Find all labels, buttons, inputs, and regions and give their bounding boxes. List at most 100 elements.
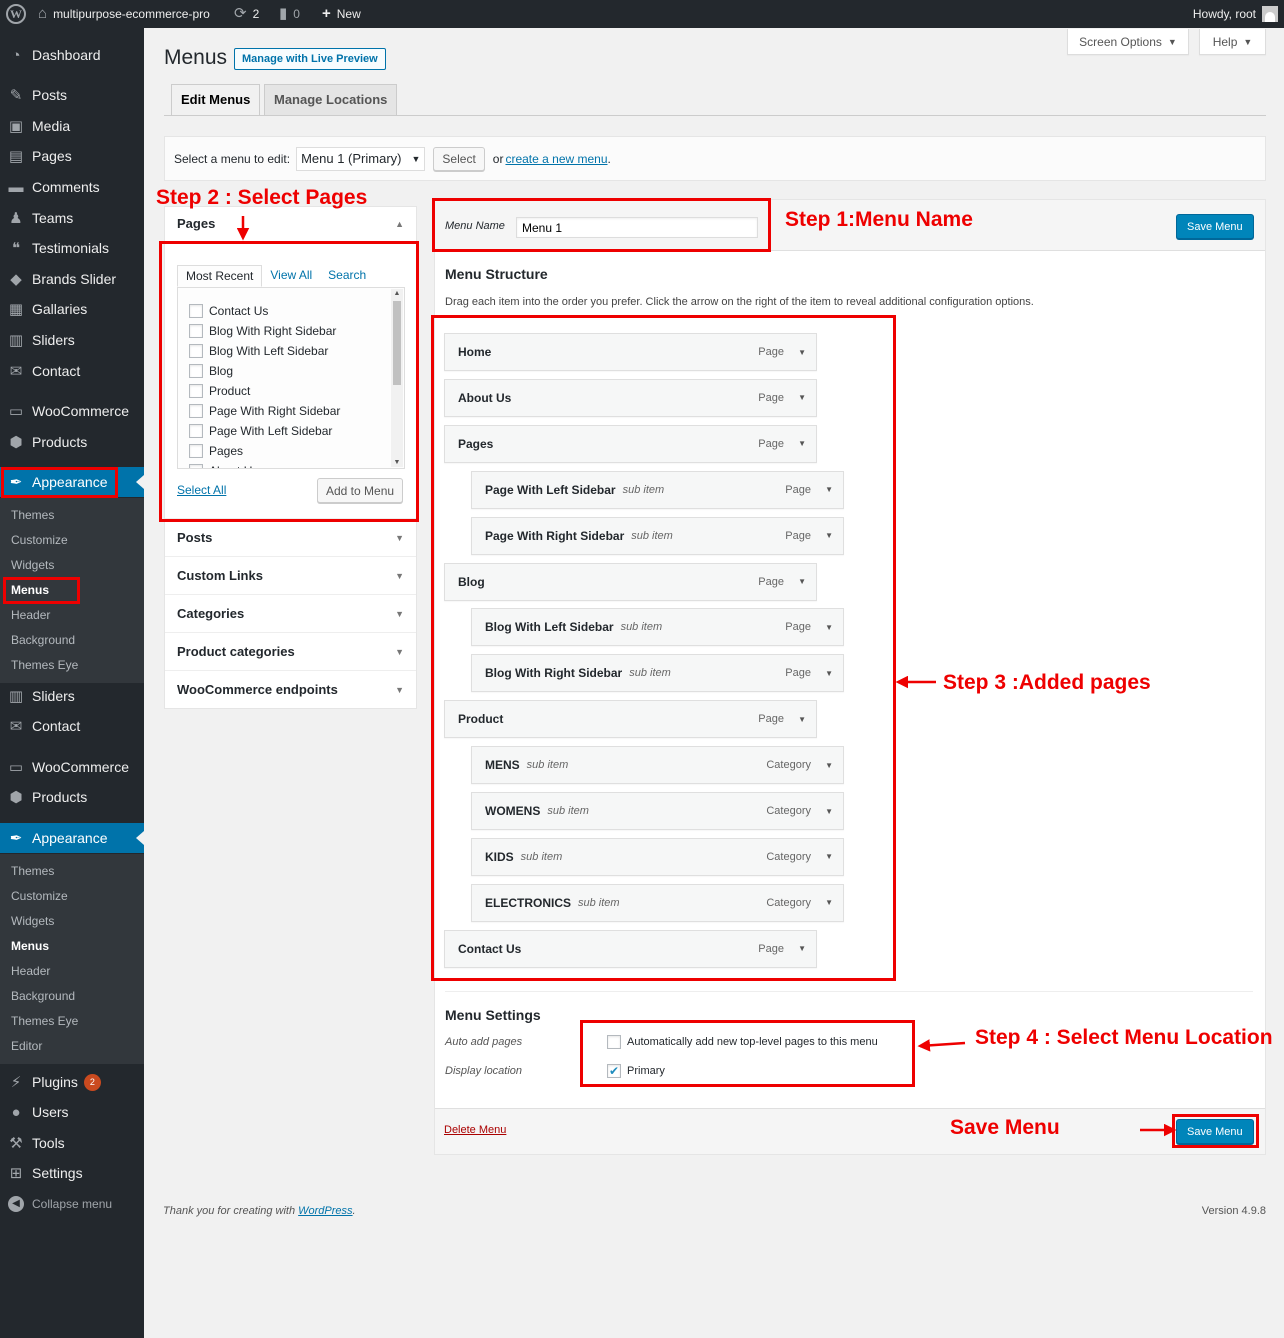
help-label: Help [1212, 34, 1238, 49]
sidebar-item-label: Comments [32, 179, 100, 195]
sidebar-item-woocommerce[interactable]: ▭ WooCommerce [0, 396, 144, 426]
wp-logo-button[interactable]: W [6, 0, 26, 28]
screen-options-label: Screen Options [1079, 34, 1162, 49]
groups-icon: ♟ [9, 210, 23, 227]
comments-link[interactable]: ▮ 0 [279, 0, 300, 28]
sidebar-item-dashboard[interactable]: ◔ Dashboard [0, 40, 144, 70]
help-button[interactable]: Help ▼ [1199, 29, 1266, 55]
accordion-product-categories[interactable]: Product categories ▼ [165, 632, 416, 670]
new-content-link[interactable]: + New [322, 0, 361, 28]
annotation-box-menu-location [580, 1020, 915, 1087]
sidebar-item-posts[interactable]: ✎ Posts [0, 80, 144, 110]
accordion-woocommerce-endpoints[interactable]: WooCommerce endpoints ▼ [165, 670, 416, 708]
submenu-item-customize[interactable]: Customize [0, 884, 144, 909]
wordpress-logo-icon: W [6, 4, 26, 24]
or-text: or [492, 151, 504, 166]
sidebar-item-settings[interactable]: ⊞ Settings [0, 1158, 144, 1188]
sidebar-item-label: Settings [32, 1165, 83, 1181]
sidebar-item-label: Appearance [32, 830, 108, 846]
sidebar-item-comments[interactable]: ▬ Comments [0, 172, 144, 202]
pin-icon: ✎ [9, 87, 23, 104]
sidebar-item-plugins[interactable]: ⚡ Plugins 2 [0, 1067, 144, 1097]
collapse-menu-button[interactable]: ◀ Collapse menu [0, 1189, 144, 1219]
annotation-step2: Step 2 : Select Pages [156, 186, 368, 209]
pages-section-header[interactable]: Pages ▲ [165, 207, 416, 240]
sidebar-item-tools[interactable]: ⚒ Tools [0, 1128, 144, 1158]
accordion-custom-links[interactable]: Custom Links ▼ [165, 556, 416, 594]
caret-down-icon: ▼ [1167, 36, 1177, 47]
caret-up-icon: ▲ [395, 218, 404, 229]
sidebar-item-products[interactable]: ⬢ Products [0, 782, 144, 812]
sidebar-item-woocommerce[interactable]: ▭ WooCommerce [0, 752, 144, 782]
period-text: . [607, 151, 611, 166]
sidebar-item-users[interactable]: ● Users [0, 1097, 144, 1127]
sidebar-item-label: Pages [32, 148, 72, 164]
annotation-step1: Step 1:Menu Name [785, 208, 973, 231]
sidebar-item-label: Brands Slider [32, 271, 117, 287]
create-new-menu-link[interactable]: create a new menu [505, 152, 607, 166]
submenu-item-menus[interactable]: Menus [0, 934, 144, 959]
submenu-item-themes-eye[interactable]: Themes Eye [0, 1009, 144, 1034]
woo-icon: ▭ [8, 403, 24, 420]
submenu-item-widgets[interactable]: Widgets [0, 553, 144, 578]
submenu-item-header[interactable]: Header [0, 959, 144, 984]
accordion-categories[interactable]: Categories ▼ [165, 594, 416, 632]
submenu-item-editor[interactable]: Editor [0, 1034, 144, 1059]
updates-link[interactable]: ⟳ 2 [234, 0, 259, 28]
tab-edit-menus[interactable]: Edit Menus [171, 84, 261, 116]
sidebar-item-products[interactable]: ⬢ Products [0, 427, 144, 457]
select-button[interactable]: Select [433, 146, 485, 171]
delete-menu-link[interactable]: Delete Menu [444, 1124, 506, 1136]
menu-settings-title: Menu Settings [445, 1007, 541, 1023]
submenu-item-header[interactable]: Header [0, 603, 144, 628]
footer-version: Version 4.9.8 [1201, 1205, 1266, 1217]
tab-manage-locations[interactable]: Manage Locations [264, 84, 398, 115]
accordion-title: Custom Links [177, 568, 263, 583]
sidebar-item-label: Sliders [32, 332, 75, 348]
sidebar-item-sliders[interactable]: ▥ Sliders [0, 681, 144, 711]
admin-sidebar: ◔ Dashboard ✎ Posts ▣ Media ▤ Pages ▬ Comments ♟ Te… [0, 28, 144, 1338]
sidebar-item-label: Tools [32, 1135, 65, 1151]
sidebar-item-media[interactable]: ▣ Media [0, 111, 144, 141]
accordion-posts[interactable]: Posts ▼ [165, 518, 416, 556]
submenu-item-widgets[interactable]: Widgets [0, 909, 144, 934]
sidebar-item-appearance[interactable]: ✒ Appearance [0, 823, 144, 853]
sidebar-item-label: Sliders [32, 688, 75, 704]
live-preview-button[interactable]: Manage with Live Preview [234, 48, 386, 70]
menu-footer: Delete Menu Save Menu [435, 1108, 1265, 1154]
submenu-item-themes[interactable]: Themes [0, 859, 144, 884]
sidebar-item-pages[interactable]: ▤ Pages [0, 141, 144, 171]
sidebar-item-brands-slider[interactable]: ◆ Brands Slider [0, 264, 144, 294]
sidebar-item-sliders[interactable]: ▥ Sliders [0, 325, 144, 355]
screen-options-button[interactable]: Screen Options ▼ [1067, 29, 1189, 55]
submenu-item-themes-eye[interactable]: Themes Eye [0, 653, 144, 678]
account-menu[interactable]: Howdy, root [1193, 0, 1278, 28]
brush-icon: ✒ [9, 830, 23, 847]
sidebar-item-contact[interactable]: ✉ Contact [0, 711, 144, 741]
submenu-item-background[interactable]: Background [0, 984, 144, 1009]
sidebar-item-label: WooCommerce [32, 759, 129, 775]
email-icon: ✉ [9, 718, 23, 735]
submenu-item-background[interactable]: Background [0, 628, 144, 653]
site-name-link[interactable]: ⌂ multipurpose-ecommerce-pro [38, 0, 210, 28]
menu-dropdown[interactable]: Menu 1 (Primary) ▼ [296, 146, 426, 171]
menu-dropdown-value: Menu 1 (Primary) [301, 151, 402, 166]
submenu-item-themes[interactable]: Themes [0, 503, 144, 528]
sidebar-item-gallaries[interactable]: ▦ Gallaries [0, 294, 144, 324]
wordpress-link[interactable]: WordPress [298, 1205, 352, 1217]
footer-thanks-text: Thank you for creating with [163, 1205, 296, 1217]
sidebar-item-teams[interactable]: ♟ Teams [0, 203, 144, 233]
settings-divider [445, 991, 1253, 992]
caret-down-icon: ▼ [395, 570, 404, 581]
caret-down-icon: ▼ [395, 532, 404, 543]
sidebar-item-testimonials[interactable]: ❝ Testimonials [0, 233, 144, 263]
submenu-item-customize[interactable]: Customize [0, 528, 144, 553]
collapse-label: Collapse menu [32, 1197, 113, 1211]
save-menu-button-top[interactable]: Save Menu [1176, 214, 1254, 239]
page-title: Menus [164, 46, 228, 69]
accordion-title: WooCommerce endpoints [177, 682, 338, 697]
menu-structure-help: Drag each item into the order you prefer… [445, 296, 1034, 308]
caret-down-icon: ▼ [1243, 36, 1253, 47]
plus-icon: + [322, 5, 331, 22]
sidebar-item-contact[interactable]: ✉ Contact [0, 356, 144, 386]
